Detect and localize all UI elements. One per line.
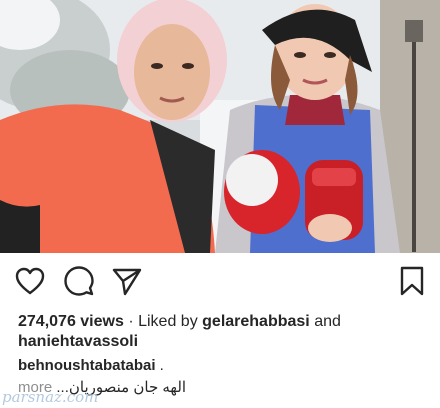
like-button[interactable] <box>14 265 46 297</box>
caption-username[interactable]: behnoushtabatabai <box>18 357 156 374</box>
watermark: parsnaz.com <box>2 388 99 406</box>
comment-icon <box>64 266 94 296</box>
liked-by-prefix: · Liked by <box>123 313 203 330</box>
photo-illustration <box>0 0 440 253</box>
liked-user-2[interactable]: haniehtavassoli <box>18 333 138 350</box>
bookmark-icon <box>400 266 424 296</box>
liked-user-1[interactable]: gelarehabbasi <box>202 313 310 330</box>
action-bar <box>0 253 440 309</box>
share-icon <box>112 268 142 296</box>
likes-line: 274,076 views · Liked by gelarehabbasi a… <box>18 312 428 352</box>
caption-separator: . <box>155 357 164 374</box>
post-photo[interactable] <box>0 0 440 253</box>
view-count[interactable]: 274,076 views <box>18 313 124 330</box>
caption: behnoushtabatabai . <box>18 355 428 377</box>
comment-button[interactable] <box>63 265 95 297</box>
heart-icon <box>15 267 45 295</box>
share-button[interactable] <box>111 265 143 297</box>
save-button[interactable] <box>396 265 428 297</box>
liked-and: and <box>309 313 341 330</box>
